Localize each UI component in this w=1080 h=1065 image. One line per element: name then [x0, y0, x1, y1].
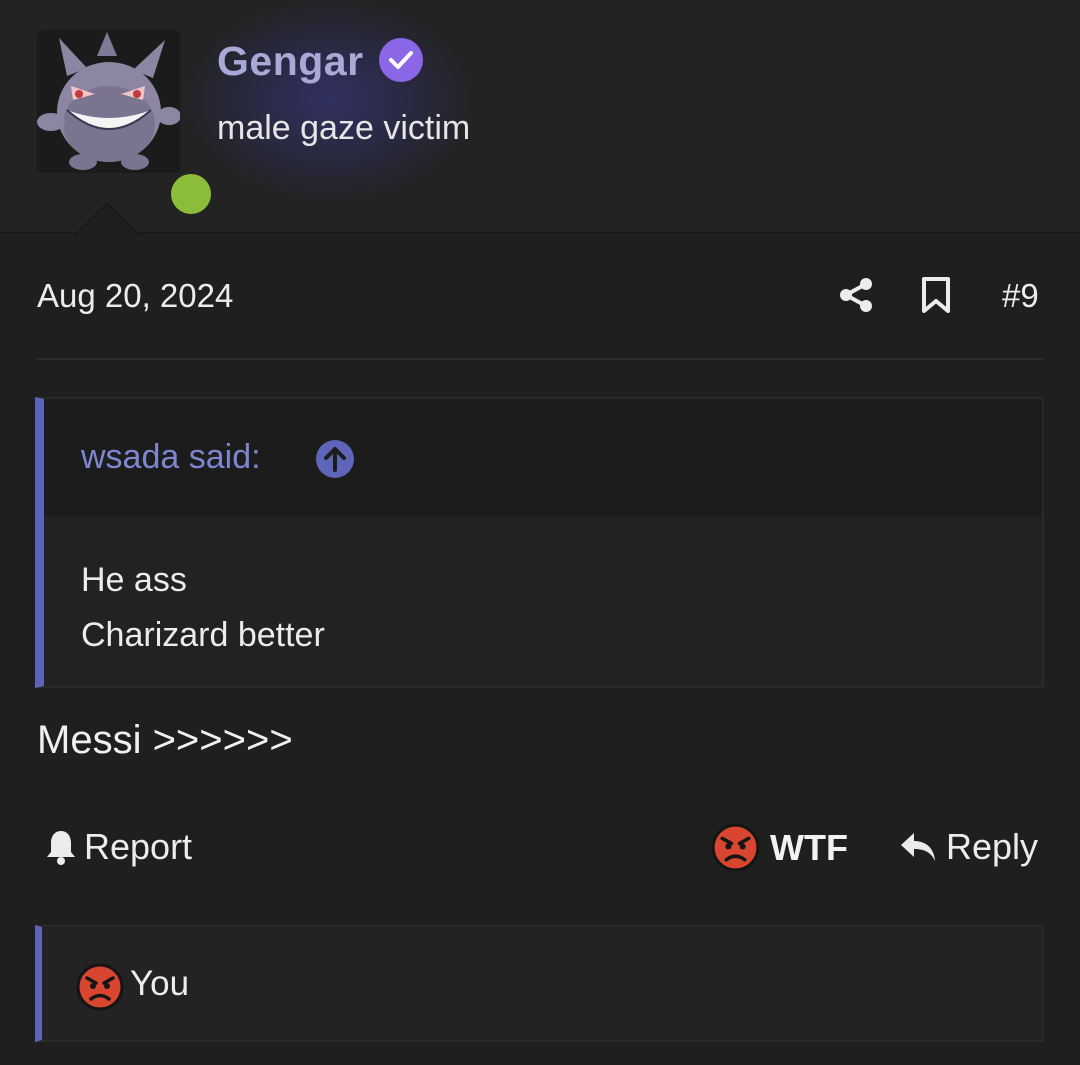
reply-button[interactable]: Reply	[898, 826, 1038, 868]
bookmark-icon[interactable]	[920, 276, 952, 314]
user-avatar[interactable]	[37, 30, 216, 219]
post-body-text: Messi >>>>>>	[37, 718, 293, 762]
verified-badge-icon	[379, 38, 423, 82]
post-number-link[interactable]: #9	[1002, 277, 1039, 315]
angry-face-icon	[76, 963, 124, 1011]
quote-block: wsada said: He ass Charizard better	[35, 397, 1044, 688]
arrow-up-circle-icon[interactable]	[315, 439, 355, 479]
angry-face-icon	[711, 823, 760, 872]
gengar-avatar-icon	[37, 32, 180, 170]
reactions-summary-bar[interactable]: You	[35, 925, 1044, 1042]
online-status-indicator	[166, 169, 216, 219]
quote-content: He ass Charizard better	[81, 553, 325, 663]
reaction-wtf-button[interactable]: WTF	[711, 823, 848, 872]
bell-icon	[47, 831, 75, 865]
username-link[interactable]: Gengar	[217, 38, 364, 85]
report-label: Report	[84, 826, 193, 867]
reply-label: Reply	[946, 826, 1039, 867]
header-caret	[73, 202, 141, 237]
reply-arrow-icon	[901, 833, 935, 861]
username-glow	[185, 0, 475, 200]
quote-author-link[interactable]: wsada said:	[81, 438, 261, 477]
report-button[interactable]: Report	[44, 826, 192, 868]
share-icon[interactable]	[838, 276, 874, 314]
user-title: male gaze victim	[217, 109, 471, 147]
post-user-header: Gengar male gaze victim	[0, 0, 1080, 234]
quote-line: Charizard better	[81, 616, 325, 654]
quote-header: wsada said:	[44, 399, 1042, 517]
reaction-user-name: You	[130, 964, 190, 1003]
post-date-link[interactable]: Aug 20, 2024	[37, 277, 233, 315]
reaction-label: WTF	[770, 826, 848, 868]
quote-line: He ass	[81, 561, 187, 599]
meta-divider	[37, 358, 1043, 360]
